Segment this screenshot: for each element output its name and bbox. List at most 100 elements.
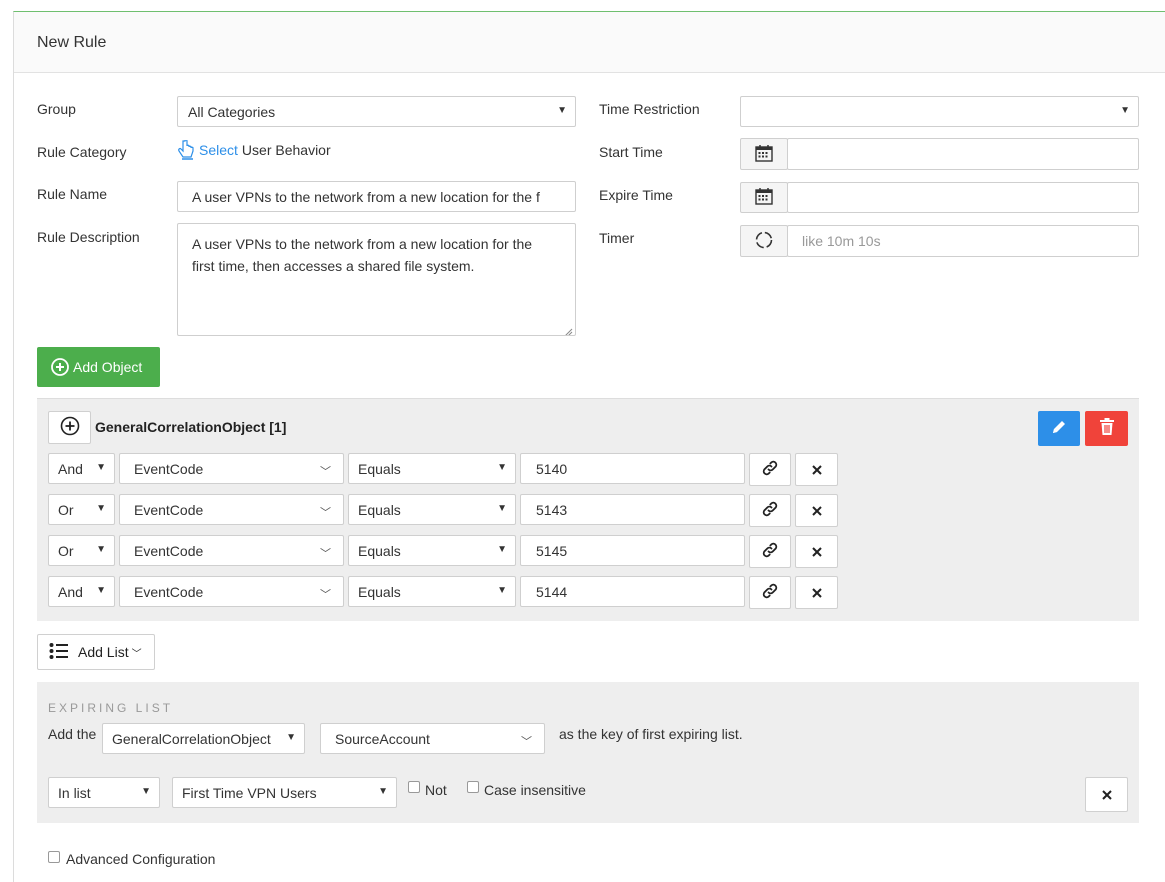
rule-description-textarea[interactable]: A user VPNs to the network from a new lo… bbox=[177, 223, 576, 336]
timer-label: Timer bbox=[599, 230, 635, 246]
condition-logic-select[interactable]: And ▼ bbox=[48, 453, 115, 484]
condition-value-input[interactable]: 5143 bbox=[520, 494, 745, 525]
start-time-calendar-button[interactable] bbox=[740, 138, 788, 170]
caret-down-icon: ▼ bbox=[378, 786, 388, 797]
caret-down-icon: ▼ bbox=[286, 732, 296, 743]
edit-object-button[interactable] bbox=[1038, 411, 1080, 446]
remove-condition-button[interactable] bbox=[795, 576, 838, 609]
close-icon bbox=[811, 462, 822, 478]
condition-logic-select[interactable]: And ▼ bbox=[48, 576, 115, 607]
expand-object-button[interactable] bbox=[48, 411, 91, 444]
advanced-configuration-checkbox[interactable] bbox=[48, 851, 60, 863]
condition-field-select[interactable]: EventCode ﹀ bbox=[119, 494, 344, 525]
close-icon bbox=[811, 585, 822, 601]
remove-condition-button[interactable] bbox=[795, 494, 838, 527]
time-restriction-label: Time Restriction bbox=[599, 101, 700, 117]
pointer-hand-icon[interactable] bbox=[178, 139, 196, 160]
caret-down-icon: ▼ bbox=[96, 585, 106, 596]
remove-condition-button[interactable] bbox=[795, 453, 838, 486]
list-icon bbox=[49, 642, 69, 663]
rule-name-value: A user VPNs to the network from a new lo… bbox=[192, 189, 540, 205]
rule-description-text: A user VPNs to the network from a new lo… bbox=[192, 236, 533, 274]
time-restriction-select[interactable]: ▼ bbox=[740, 96, 1139, 127]
condition-value-input[interactable]: 5140 bbox=[520, 453, 745, 484]
caret-down-icon: ▼ bbox=[96, 462, 106, 473]
caret-down-icon: ▼ bbox=[497, 585, 507, 596]
condition-field-select[interactable]: EventCode ﹀ bbox=[119, 535, 344, 566]
expiring-prefix: Add the bbox=[48, 726, 97, 742]
trash-icon bbox=[1099, 418, 1115, 439]
chevron-down-icon: ﹀ bbox=[131, 648, 142, 660]
expiring-object-select[interactable]: GeneralCorrelationObject ▼ bbox=[102, 723, 305, 754]
timer-button[interactable] bbox=[740, 225, 788, 257]
calendar-icon bbox=[755, 187, 773, 208]
case-insensitive-label: Case insensitive bbox=[484, 782, 586, 798]
caret-down-icon: ▼ bbox=[1120, 105, 1130, 116]
rule-name-label: Rule Name bbox=[37, 186, 108, 202]
pencil-icon bbox=[1050, 418, 1068, 439]
link-condition-button[interactable] bbox=[749, 494, 791, 527]
expire-time-calendar-button[interactable] bbox=[740, 182, 788, 213]
chevron-down-icon: ﹀ bbox=[320, 507, 331, 519]
expiring-suffix: as the key of first expiring list. bbox=[559, 726, 743, 742]
link-icon bbox=[761, 541, 779, 562]
condition-operator-select[interactable]: Equals ▼ bbox=[348, 453, 516, 484]
object-title: GeneralCorrelationObject [1] bbox=[95, 419, 287, 435]
rule-description-label: Rule Description bbox=[37, 229, 140, 245]
not-checkbox[interactable] bbox=[408, 781, 420, 793]
list-name-select[interactable]: First Time VPN Users ▼ bbox=[172, 777, 397, 808]
link-icon bbox=[761, 459, 779, 480]
panel-title: New Rule bbox=[37, 34, 107, 51]
delete-object-button[interactable] bbox=[1085, 411, 1128, 446]
link-condition-button[interactable] bbox=[749, 453, 791, 486]
caret-down-icon: ▼ bbox=[497, 462, 507, 473]
expiring-list-heading: EXPIRING LIST bbox=[48, 701, 174, 715]
condition-logic-select[interactable]: Or ▼ bbox=[48, 494, 115, 525]
close-icon bbox=[1101, 787, 1112, 803]
timer-input[interactable]: like 10m 10s bbox=[787, 225, 1139, 257]
rule-name-input[interactable]: A user VPNs to the network from a new lo… bbox=[177, 181, 576, 212]
link-condition-button[interactable] bbox=[749, 535, 791, 568]
link-condition-button[interactable] bbox=[749, 576, 791, 609]
condition-value-input[interactable]: 5144 bbox=[520, 576, 745, 607]
plus-circle-icon bbox=[60, 416, 80, 439]
case-insensitive-checkbox[interactable] bbox=[467, 781, 479, 793]
add-list-button[interactable]: Add List ﹀ bbox=[37, 634, 155, 670]
caret-down-icon: ▼ bbox=[96, 544, 106, 555]
chevron-down-icon: ﹀ bbox=[320, 466, 331, 478]
close-icon bbox=[811, 503, 822, 519]
condition-operator-select[interactable]: Equals ▼ bbox=[348, 576, 516, 607]
remove-expiring-list-button[interactable] bbox=[1085, 777, 1128, 812]
in-list-select[interactable]: In list ▼ bbox=[48, 777, 160, 808]
spinner-icon bbox=[754, 230, 774, 253]
condition-operator-select[interactable]: Equals ▼ bbox=[348, 535, 516, 566]
condition-field-select[interactable]: EventCode ﹀ bbox=[119, 576, 344, 607]
rule-category-label: Rule Category bbox=[37, 144, 127, 160]
condition-logic-select[interactable]: Or ▼ bbox=[48, 535, 115, 566]
expire-time-input[interactable] bbox=[787, 182, 1139, 213]
not-label: Not bbox=[425, 782, 447, 798]
select-category-link[interactable]: Select bbox=[199, 142, 238, 158]
caret-down-icon: ▼ bbox=[557, 105, 567, 116]
add-object-button[interactable]: Add Object bbox=[37, 347, 160, 387]
link-icon bbox=[761, 500, 779, 521]
expiring-key-select[interactable]: SourceAccount ﹀ bbox=[320, 723, 545, 754]
start-time-input[interactable] bbox=[787, 138, 1139, 170]
condition-operator-select[interactable]: Equals ▼ bbox=[348, 494, 516, 525]
calendar-icon bbox=[755, 144, 773, 165]
rule-category-selector: Select User Behavior bbox=[178, 139, 331, 160]
rule-category-value: User Behavior bbox=[241, 142, 331, 158]
group-label: Group bbox=[37, 101, 76, 117]
caret-down-icon: ▼ bbox=[497, 544, 507, 555]
caret-down-icon: ▼ bbox=[141, 786, 151, 797]
chevron-down-icon: ﹀ bbox=[521, 736, 532, 748]
expire-time-label: Expire Time bbox=[599, 187, 673, 203]
remove-condition-button[interactable] bbox=[795, 535, 838, 568]
panel-header: New Rule bbox=[14, 12, 1165, 73]
group-select[interactable]: All Categories ▼ bbox=[177, 96, 576, 127]
resize-handle-icon[interactable] bbox=[564, 324, 573, 335]
condition-value-input[interactable]: 5145 bbox=[520, 535, 745, 566]
condition-field-select[interactable]: EventCode ﹀ bbox=[119, 453, 344, 484]
caret-down-icon: ▼ bbox=[96, 503, 106, 514]
group-select-value: All Categories bbox=[188, 104, 276, 120]
